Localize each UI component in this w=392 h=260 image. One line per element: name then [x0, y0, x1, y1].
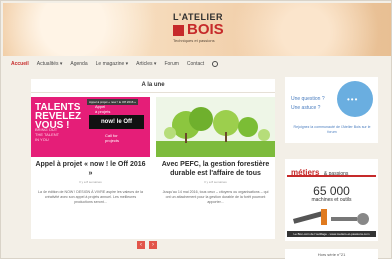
logo-line-bois: BOIS [173, 21, 233, 38]
page: L'ATELIER BOIS Techniques et passions Ac… [0, 0, 392, 260]
main-nav: Accueil Actualités ▾ Agenda Le magazine … [11, 58, 276, 70]
forest-illustration [156, 97, 275, 157]
nav-item-accueil[interactable]: Accueil [11, 61, 29, 67]
search-icon[interactable] [212, 61, 219, 67]
section-title: A la une [31, 79, 275, 93]
article-excerpt: Jusqu'au 14 mai 2016, tous ceux – citoye… [162, 190, 269, 204]
nav-item-magazine[interactable]: Le magazine ▾ [96, 61, 129, 67]
nav-item-agenda[interactable]: Agenda [70, 61, 87, 67]
article-card[interactable]: Appel à projet « now ! le Off 2016 » TAL… [31, 97, 150, 233]
ad-subtitle: machines et outils [311, 197, 352, 203]
ad-logo: métiers & passions [291, 162, 373, 180]
carousel-pager: ‹ › [137, 241, 157, 249]
article-card[interactable]: Avec PEFC, la gestion forestière durable… [156, 97, 275, 233]
ad-banner[interactable]: métiers & passions 65 000 machines et ou… [285, 159, 378, 241]
nav-item-contact[interactable]: Contact [187, 61, 204, 67]
nav-item-forum[interactable]: Forum [164, 61, 178, 67]
magazine-title: Hors série n°21 [317, 252, 346, 257]
article-date: Il y a 8 semaines [79, 180, 102, 184]
article-title[interactable]: Appel à projet « now ! le Off 2016 » [35, 160, 146, 178]
nav-item-articles[interactable]: Articles ▾ [136, 61, 156, 67]
ad-footer: Le Bon-coin de l'outillage - www.metiers… [287, 231, 376, 237]
logo-tagline: Techniques et passions [173, 38, 215, 43]
site-logo[interactable]: L'ATELIER BOIS Techniques et passions [173, 12, 233, 43]
thumbnail-logo: now! le Off [89, 115, 144, 129]
thumbnail-call: Call for projects [105, 133, 120, 143]
nav-item-actualites[interactable]: Actualités ▾ [37, 61, 63, 67]
article-date: Il y a 8 semaines [204, 180, 227, 184]
article-thumbnail[interactable] [156, 97, 275, 157]
forum-join-link[interactable]: Rejoignez la communauté de l'Atelier Boi… [291, 125, 373, 135]
forum-widget-text: Une question ? Une astuce ? [291, 95, 325, 113]
magazine-widget[interactable]: Hors série n°21 [285, 249, 378, 260]
article-excerpt: La 4e édition de NOW ! DESIGN À VIVRE as… [37, 190, 144, 204]
prev-button[interactable]: ‹ [137, 241, 145, 249]
logo-bois-text: BOIS [187, 21, 224, 38]
thumbnail-appel: Appel à projets [95, 104, 111, 114]
thumbnail-headline: TALENTS REVELEZ VOUS ! [35, 102, 82, 131]
thumbnail-subline: BRING OUT THE TALENT IN YOU [35, 127, 60, 142]
article-title[interactable]: Avec PEFC, la gestion forestière durable… [160, 160, 271, 178]
forum-question: Une question ? [291, 96, 325, 102]
site-header: L'ATELIER BOIS Techniques et passions [3, 3, 391, 56]
forum-tip: Une astuce ? [291, 105, 321, 111]
tools-illustration [291, 205, 373, 234]
next-button[interactable]: › [149, 241, 157, 249]
forum-widget[interactable]: Une question ? Une astuce ? ••• Rejoigne… [285, 77, 378, 143]
chat-bubble-icon: ••• [337, 81, 373, 117]
ad-divider [287, 175, 376, 177]
logo-mark-icon [173, 24, 184, 36]
article-thumbnail[interactable]: Appel à projet « now ! le Off 2016 » TAL… [31, 97, 150, 157]
ad-count: 65 000 [313, 184, 350, 198]
featured-section: A la une Appel à projet « now ! le Off 2… [31, 79, 275, 249]
